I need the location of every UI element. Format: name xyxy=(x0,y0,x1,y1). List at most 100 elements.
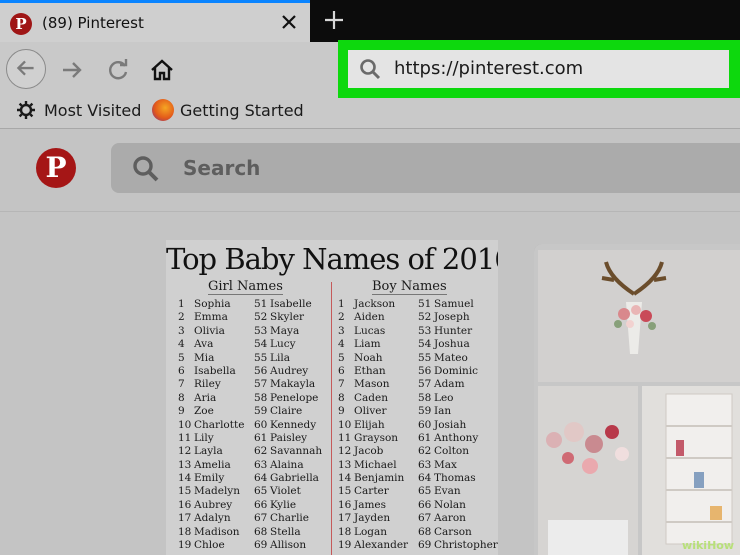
rank-number: 14 xyxy=(338,472,352,485)
name-entry: 51 Isabelle xyxy=(254,298,322,311)
name-entry: 16 James xyxy=(338,499,408,512)
name-entry: 4 Liam xyxy=(338,338,408,351)
name-entry: 12 Layla xyxy=(178,445,244,458)
name-entry: 10 Elijah xyxy=(338,419,408,432)
bookmark-getting-started[interactable]: Getting Started xyxy=(180,101,304,120)
pinterest-favicon-icon: P xyxy=(10,13,32,35)
rank-number: 65 xyxy=(418,485,432,498)
rank-number: 9 xyxy=(338,405,345,418)
name-entry: 5 Noah xyxy=(338,352,408,365)
name-entry: 51 Samuel xyxy=(418,298,498,311)
name-entry: 18 Logan xyxy=(338,526,408,539)
rank-number: 1 xyxy=(178,298,185,310)
pinterest-logo[interactable]: P xyxy=(36,148,76,188)
home-button[interactable] xyxy=(148,56,176,84)
baby-name: Colton xyxy=(434,445,470,458)
name-entry: 69 Allison xyxy=(254,539,322,552)
baby-name: Maya xyxy=(270,324,300,337)
name-entry: 58 Leo xyxy=(418,392,498,405)
rank-number: 2 xyxy=(338,311,345,324)
rank-number: 8 xyxy=(338,391,345,404)
name-entry: 64 Gabriella xyxy=(254,472,322,485)
new-tab-button[interactable] xyxy=(322,8,346,32)
pin-baby-names[interactable]: Top Baby Names of 2016 Girl Names Boy Na… xyxy=(166,240,498,555)
baby-name: Olivia xyxy=(194,324,225,337)
name-entry: 17 Adalyn xyxy=(178,512,244,525)
bookshelf-icon xyxy=(665,393,733,545)
rank-number: 62 xyxy=(254,445,268,458)
rank-number: 13 xyxy=(338,458,352,471)
rank-number: 64 xyxy=(418,472,432,485)
name-entry: 14 Benjamin xyxy=(338,472,408,485)
pinterest-search-bar[interactable]: Search xyxy=(111,143,740,193)
rank-number: 59 xyxy=(254,405,268,418)
name-entry: 56 Audrey xyxy=(254,365,322,378)
name-entry: 55 Lila xyxy=(254,352,322,365)
rank-number: 7 xyxy=(178,378,185,391)
baby-name: Sophia xyxy=(194,298,231,310)
name-entry: 62 Savannah xyxy=(254,445,322,458)
name-entry: 65 Evan xyxy=(418,485,498,498)
baby-name: Alaina xyxy=(270,458,304,471)
url-bar[interactable]: https://pinterest.com xyxy=(348,50,729,88)
name-entry: 3 Olivia xyxy=(178,325,244,338)
name-entry: 54 Lucy xyxy=(254,338,322,351)
baby-name: Christopher xyxy=(434,539,498,552)
bookmark-most-visited[interactable]: Most Visited xyxy=(44,101,141,120)
baby-name: Noah xyxy=(354,351,383,364)
baby-name: Max xyxy=(434,458,457,471)
name-entry: 15 Carter xyxy=(338,485,408,498)
baby-name: Aaron xyxy=(434,512,466,525)
back-button[interactable] xyxy=(6,49,46,89)
rank-number: 4 xyxy=(338,338,345,351)
name-entry: 66 Nolan xyxy=(418,499,498,512)
baby-name: Isabelle xyxy=(270,298,312,310)
baby-name: Evan xyxy=(434,485,461,498)
rank-number: 57 xyxy=(418,378,432,391)
baby-name: Audrey xyxy=(270,364,309,377)
pinterest-header: P Search xyxy=(0,129,740,212)
name-entry: 63 Alaina xyxy=(254,459,322,472)
baby-name: Oliver xyxy=(354,405,387,418)
rank-number: 56 xyxy=(418,364,432,377)
name-entry: 18 Madison xyxy=(178,526,244,539)
baby-name: Liam xyxy=(354,338,381,351)
rank-number: 2 xyxy=(178,311,185,324)
name-entry: 2 Aiden xyxy=(338,311,408,324)
baby-name: Makayla xyxy=(270,378,316,391)
baby-name: Emily xyxy=(194,472,225,485)
nursery-photo xyxy=(534,244,740,555)
name-entry: 14 Emily xyxy=(178,472,244,485)
name-entry: 53 Hunter xyxy=(418,325,498,338)
rank-number: 12 xyxy=(178,445,192,458)
baby-name: Ethan xyxy=(354,364,386,377)
tab-pinterest[interactable]: P (89) Pinterest xyxy=(0,0,310,42)
baby-name: Samuel xyxy=(434,298,474,310)
rank-number: 18 xyxy=(178,525,192,538)
baby-name: Anthony xyxy=(434,431,479,444)
rank-number: 62 xyxy=(418,445,432,458)
rank-number: 1 xyxy=(338,298,345,310)
rank-number: 58 xyxy=(418,391,432,404)
rank-number: 54 xyxy=(418,338,432,351)
baby-name: Emma xyxy=(194,311,228,324)
name-entry: 19 Chloe xyxy=(178,539,244,552)
name-entry: 1 Sophia xyxy=(178,298,244,311)
close-icon[interactable] xyxy=(278,11,300,33)
name-entry: 15 Madelyn xyxy=(178,485,244,498)
baby-name: Paisley xyxy=(270,431,308,444)
baby-name: Kylie xyxy=(270,498,297,511)
baby-name: Ava xyxy=(194,338,214,351)
rank-number: 52 xyxy=(254,311,268,324)
rank-number: 63 xyxy=(254,458,268,471)
rank-number: 60 xyxy=(418,418,432,431)
pin-nursery-photo[interactable]: wikiHow xyxy=(534,244,740,555)
rank-number: 67 xyxy=(254,512,268,525)
forward-button[interactable] xyxy=(58,56,86,84)
name-entry: 68 Carson xyxy=(418,526,498,539)
name-entry: 69 Christopher xyxy=(418,539,498,552)
reload-button[interactable] xyxy=(104,56,132,84)
rank-number: 12 xyxy=(338,445,352,458)
name-entry: 68 Stella xyxy=(254,526,322,539)
name-entry: 57 Adam xyxy=(418,378,498,391)
